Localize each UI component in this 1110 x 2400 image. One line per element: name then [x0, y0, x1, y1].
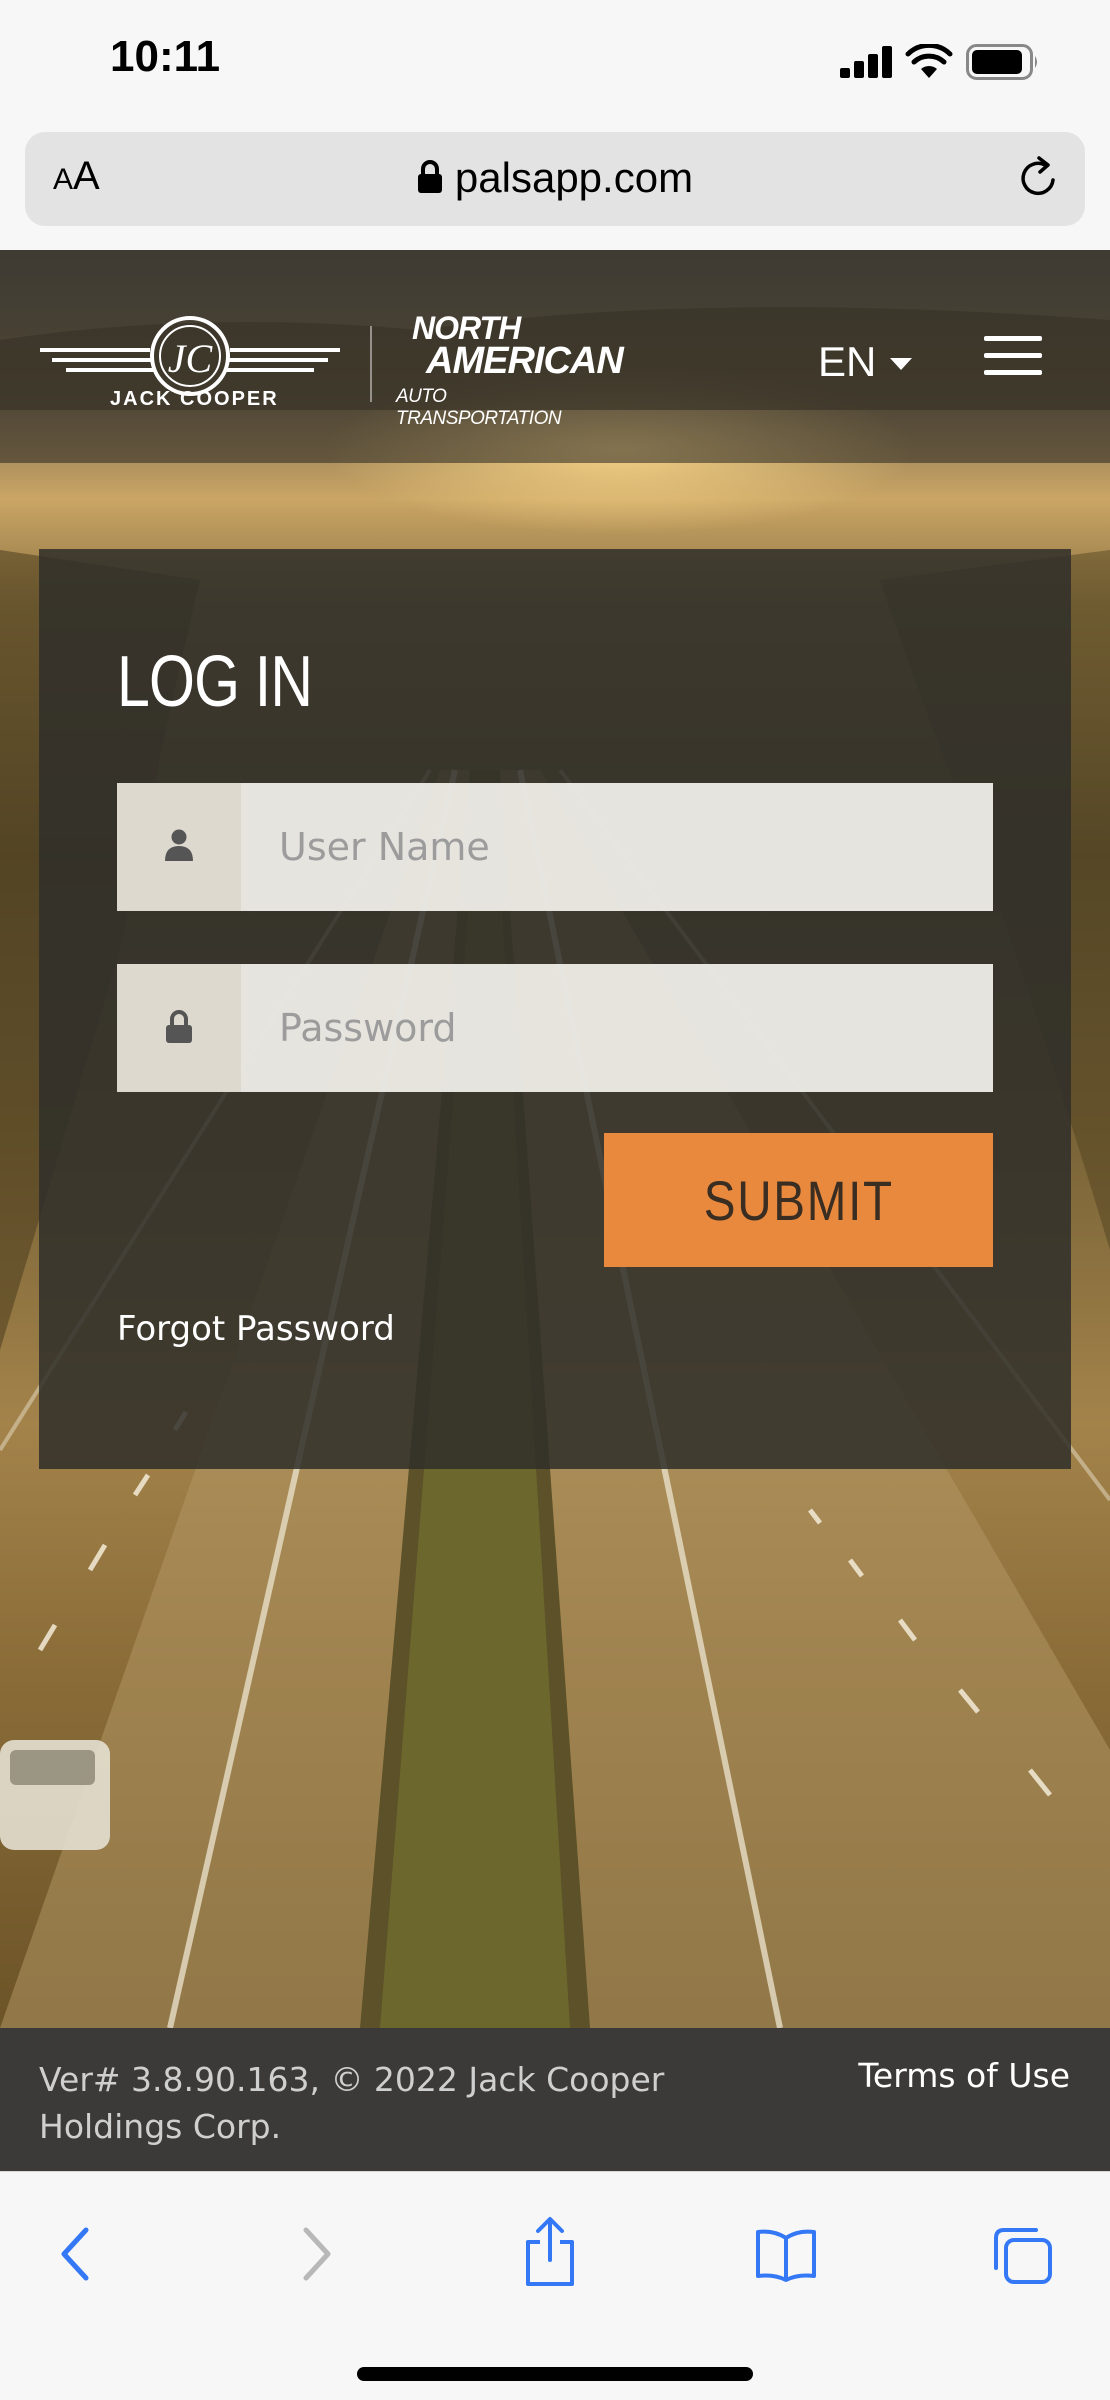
- submit-label: SUBMIT: [703, 1168, 894, 1232]
- battery-icon: [966, 44, 1037, 80]
- reload-icon[interactable]: [1015, 154, 1063, 202]
- share-icon[interactable]: [522, 2216, 578, 2288]
- svg-text:JC: JC: [168, 336, 214, 381]
- lock-icon: [166, 1010, 192, 1043]
- address-bar[interactable]: AA palsapp.com: [25, 132, 1085, 226]
- site-header: JC JACK COOPER NORTH AMERICAN AUTO TRANS…: [0, 250, 1110, 463]
- language-selector[interactable]: EN: [818, 338, 913, 386]
- menu-icon[interactable]: [984, 336, 1042, 376]
- forgot-password-link[interactable]: Forgot Password: [117, 1309, 395, 1349]
- language-label: EN: [818, 338, 877, 385]
- north-american-logo[interactable]: NORTH AMERICAN AUTO TRANSPORTATION: [396, 310, 624, 429]
- hero-background: JC JACK COOPER NORTH AMERICAN AUTO TRANS…: [0, 250, 1110, 2028]
- login-title: LOG IN: [117, 642, 313, 722]
- browser-toolbar: [0, 2171, 1110, 2400]
- site-footer: Ver# 3.8.90.163, © 2022 Jack Cooper Hold…: [0, 2028, 1110, 2171]
- caret-down-icon: [890, 358, 913, 370]
- url-text: palsapp.com: [454, 154, 694, 201]
- status-bar: 10:11: [0, 0, 1110, 125]
- username-icon-box: [117, 783, 241, 911]
- password-icon-box: [117, 964, 241, 1092]
- cellular-signal-icon: [840, 46, 892, 78]
- forward-icon[interactable]: [296, 2224, 336, 2284]
- lock-icon: [417, 160, 442, 193]
- url-display[interactable]: palsapp.com: [25, 154, 1085, 202]
- user-icon: [165, 829, 193, 861]
- back-icon[interactable]: [56, 2224, 96, 2284]
- wifi-icon: [905, 44, 953, 78]
- password-input[interactable]: [241, 964, 993, 1092]
- bookmarks-icon[interactable]: [754, 2228, 818, 2282]
- terms-of-use-link[interactable]: Terms of Use: [858, 2056, 1070, 2095]
- home-indicator[interactable]: [357, 2367, 753, 2381]
- login-panel: LOG IN SUBMIT Forgot Password: [39, 549, 1071, 1469]
- username-input[interactable]: [241, 783, 993, 911]
- status-time: 10:11: [110, 32, 221, 81]
- na-logo-line2: AMERICAN: [426, 340, 624, 382]
- logo-divider: [370, 326, 372, 402]
- tabs-icon[interactable]: [992, 2226, 1054, 2286]
- version-copyright: Ver# 3.8.90.163, © 2022 Jack Cooper Hold…: [39, 2060, 665, 2146]
- password-field[interactable]: [117, 964, 993, 1092]
- username-field[interactable]: [117, 783, 993, 911]
- jack-cooper-label: JACK COOPER: [110, 388, 279, 410]
- na-logo-line3: AUTO TRANSPORTATION: [396, 386, 562, 429]
- submit-button[interactable]: SUBMIT: [604, 1133, 993, 1267]
